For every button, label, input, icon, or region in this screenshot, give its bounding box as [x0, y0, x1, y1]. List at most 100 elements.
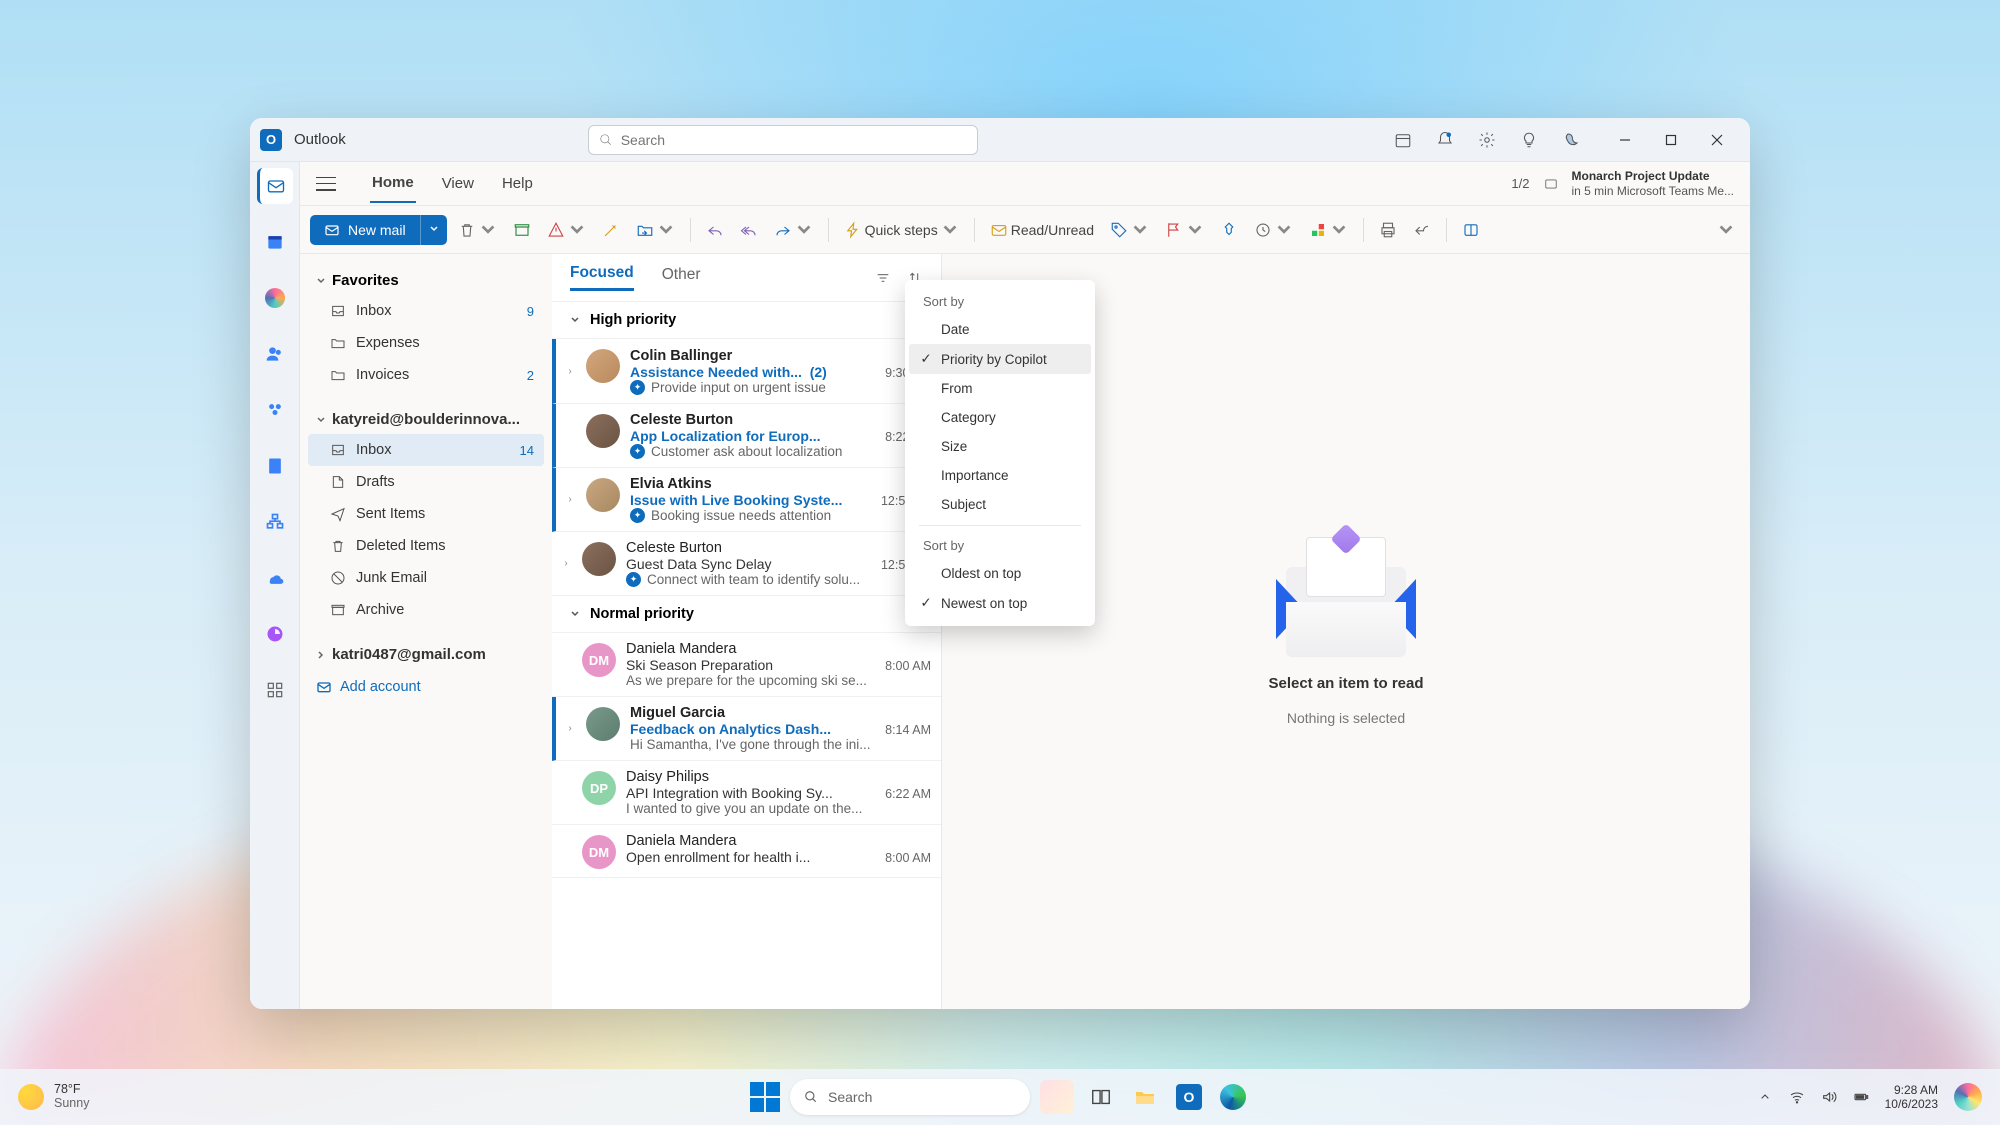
- nav-invoices[interactable]: Invoices2: [308, 359, 544, 391]
- undo-button[interactable]: [1408, 217, 1436, 243]
- tray-chevron-icon[interactable]: [1757, 1089, 1773, 1105]
- nav-inbox-account1[interactable]: Inbox14: [308, 434, 544, 466]
- nav-junk[interactable]: Junk Email: [308, 562, 544, 594]
- search-box[interactable]: [588, 125, 978, 155]
- flag-button[interactable]: [1160, 217, 1209, 243]
- tb-app-outlook[interactable]: O: [1172, 1080, 1206, 1114]
- close-button[interactable]: [1694, 118, 1740, 162]
- rail-mail[interactable]: [257, 168, 293, 204]
- move-button[interactable]: [631, 217, 680, 243]
- nav-archive[interactable]: Archive: [308, 594, 544, 626]
- tab-focused[interactable]: Focused: [570, 264, 634, 291]
- rail-org[interactable]: [257, 504, 293, 540]
- expand-chevron-icon[interactable]: ›: [564, 347, 576, 395]
- new-mail-dropdown[interactable]: [420, 215, 447, 245]
- start-button[interactable]: [750, 1082, 780, 1112]
- message-item[interactable]: DM Daniela Mandera Ski Season Preparatio…: [552, 633, 941, 697]
- sort-priority-copilot[interactable]: ✓Priority by Copilot: [909, 344, 1091, 374]
- group-high-priority[interactable]: High priority: [552, 302, 941, 339]
- favorites-header[interactable]: Favorites: [308, 266, 544, 295]
- sort-oldest[interactable]: Oldest on top: [909, 559, 1091, 588]
- battery-icon[interactable]: [1853, 1089, 1869, 1105]
- account2-header[interactable]: katri0487@gmail.com: [308, 640, 544, 669]
- tab-other[interactable]: Other: [662, 266, 701, 290]
- message-item[interactable]: › Elvia Atkins Issue with Live Booking S…: [552, 468, 941, 532]
- tag-button[interactable]: [1105, 217, 1154, 243]
- report-button[interactable]: [542, 217, 591, 243]
- rail-copilot[interactable]: [257, 280, 293, 316]
- maximize-button[interactable]: [1648, 118, 1694, 162]
- rail-files[interactable]: [257, 448, 293, 484]
- minimize-button[interactable]: [1602, 118, 1648, 162]
- sweep-button[interactable]: [597, 217, 625, 243]
- message-item[interactable]: Celeste Burton App Localization for Euro…: [552, 404, 941, 468]
- sort-size[interactable]: Size: [909, 432, 1091, 461]
- reply-all-button[interactable]: [735, 217, 763, 243]
- tb-app-1[interactable]: [1040, 1080, 1074, 1114]
- volume-icon[interactable]: [1821, 1089, 1837, 1105]
- clock[interactable]: 9:28 AM10/6/2023: [1885, 1083, 1938, 1112]
- sort-category[interactable]: Category: [909, 403, 1091, 432]
- expand-chevron-icon[interactable]: ›: [564, 476, 576, 523]
- calendar-day-icon[interactable]: [1394, 131, 1412, 149]
- add-account-button[interactable]: Add account: [308, 669, 544, 705]
- sort-importance[interactable]: Importance: [909, 461, 1091, 490]
- weather-widget[interactable]: 78°FSunny: [18, 1083, 89, 1111]
- reminder-card[interactable]: Monarch Project Update in 5 min Microsof…: [1572, 169, 1735, 198]
- quick-steps-button[interactable]: Quick steps: [839, 217, 964, 243]
- more-ribbon-button[interactable]: [1491, 217, 1519, 243]
- expand-chevron-icon[interactable]: ›: [564, 705, 576, 752]
- tab-view[interactable]: View: [440, 165, 476, 202]
- nav-inbox-fav[interactable]: Inbox9: [308, 295, 544, 327]
- group-normal-priority[interactable]: Normal priority: [552, 596, 941, 633]
- rail-people[interactable]: [257, 336, 293, 372]
- rail-more[interactable]: [257, 672, 293, 708]
- account1-header[interactable]: katyreid@boulderinnova...: [308, 405, 544, 434]
- snooze-button[interactable]: [1249, 217, 1298, 243]
- search-input[interactable]: [621, 132, 967, 148]
- taskbar-search[interactable]: Search: [790, 1079, 1030, 1115]
- archive-button[interactable]: [508, 217, 536, 243]
- hamburger-button[interactable]: [316, 177, 336, 191]
- tb-app-edge[interactable]: [1216, 1080, 1250, 1114]
- sort-from[interactable]: From: [909, 374, 1091, 403]
- immersive-reader-button[interactable]: [1457, 217, 1485, 243]
- rail-onedrive[interactable]: [257, 560, 293, 596]
- tb-app-explorer[interactable]: [1128, 1080, 1162, 1114]
- message-item[interactable]: › Celeste Burton Guest Data Sync Delay12…: [552, 532, 941, 596]
- nav-drafts[interactable]: Drafts: [308, 466, 544, 498]
- nav-sent[interactable]: Sent Items: [308, 498, 544, 530]
- nav-expenses[interactable]: Expenses: [308, 327, 544, 359]
- message-item[interactable]: › Miguel Garcia Feedback on Analytics Da…: [552, 697, 941, 761]
- filter-icon[interactable]: [875, 270, 891, 286]
- reply-button[interactable]: [701, 217, 729, 243]
- print-button[interactable]: [1374, 217, 1402, 243]
- sort-newest[interactable]: ✓Newest on top: [909, 588, 1091, 618]
- category-button[interactable]: [1304, 217, 1353, 243]
- collapse-ribbon-button[interactable]: [1712, 217, 1740, 243]
- lightbulb-icon[interactable]: [1520, 131, 1538, 149]
- sort-subject[interactable]: Subject: [909, 490, 1091, 519]
- copilot-icon[interactable]: [1562, 131, 1580, 149]
- message-item[interactable]: DM Daniela Mandera Open enrollment for h…: [552, 825, 941, 878]
- wifi-icon[interactable]: [1789, 1089, 1805, 1105]
- message-item[interactable]: DP Daisy Philips API Integration with Bo…: [552, 761, 941, 825]
- bell-icon[interactable]: [1436, 131, 1454, 149]
- delete-button[interactable]: [453, 217, 502, 243]
- gear-icon[interactable]: [1478, 131, 1496, 149]
- tb-app-taskview[interactable]: [1084, 1080, 1118, 1114]
- expand-chevron-icon[interactable]: ›: [560, 540, 572, 587]
- taskbar-copilot-icon[interactable]: [1954, 1083, 1982, 1111]
- nav-deleted[interactable]: Deleted Items: [308, 530, 544, 562]
- forward-button[interactable]: [769, 217, 818, 243]
- pin-button[interactable]: [1215, 217, 1243, 243]
- tab-home[interactable]: Home: [370, 164, 416, 203]
- read-unread-button[interactable]: Read/Unread: [985, 217, 1099, 243]
- rail-groups[interactable]: [257, 392, 293, 428]
- tab-help[interactable]: Help: [500, 165, 535, 202]
- rail-calendar[interactable]: [257, 224, 293, 260]
- message-item[interactable]: › Colin Ballinger@ Assistance Needed wit…: [552, 339, 941, 404]
- sort-date[interactable]: Date: [909, 315, 1091, 344]
- rail-loop[interactable]: [257, 616, 293, 652]
- new-mail-button[interactable]: New mail: [310, 215, 420, 245]
